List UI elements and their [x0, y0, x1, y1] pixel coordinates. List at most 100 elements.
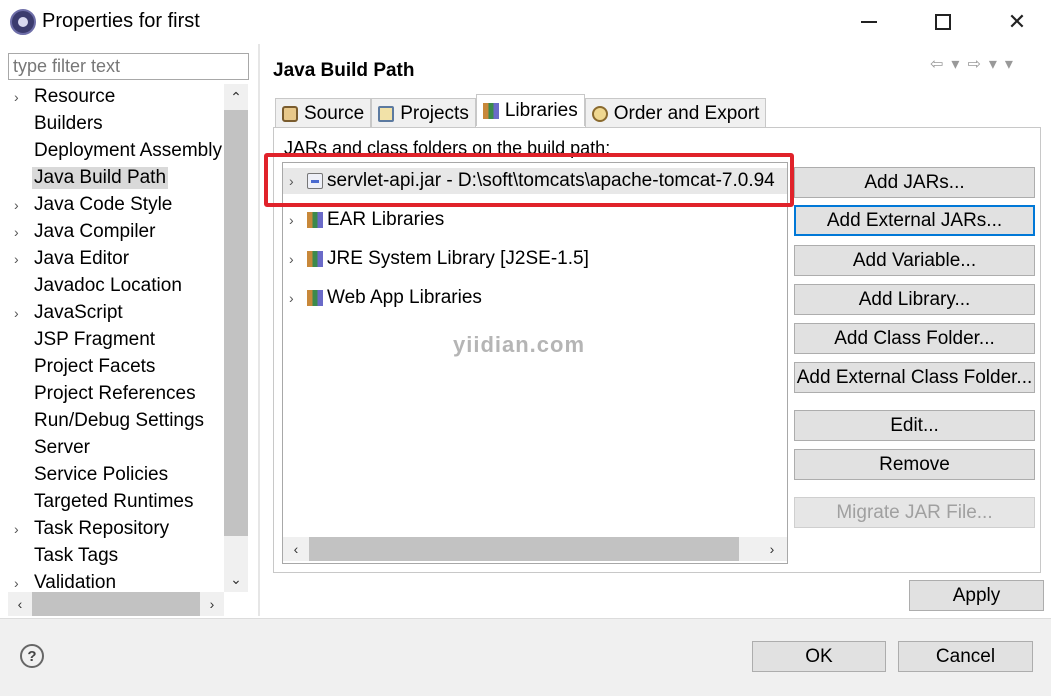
- eclipse-app-icon: [10, 9, 36, 35]
- scroll-left-icon[interactable]: ‹: [8, 592, 32, 616]
- expand-arrow-icon[interactable]: ›: [14, 575, 26, 591]
- tree-item-label: Server: [34, 437, 90, 458]
- tree-item-label: Javadoc Location: [34, 275, 182, 296]
- forward-menu-icon[interactable]: ▾: [989, 54, 997, 74]
- tab-source[interactable]: Source: [275, 98, 372, 128]
- tab-libraries[interactable]: Libraries: [475, 94, 585, 126]
- view-menu-icon[interactable]: ▾: [1005, 54, 1013, 74]
- expand-arrow-icon[interactable]: ›: [14, 251, 26, 267]
- tab-label: Libraries: [504, 99, 578, 121]
- tree-item-label: Service Policies: [34, 464, 169, 485]
- add-class-folder-button[interactable]: Add Class Folder...: [794, 323, 1035, 354]
- expand-arrow-icon[interactable]: ›: [14, 521, 26, 537]
- source-folder-icon: [282, 105, 298, 122]
- projects-icon: [378, 105, 395, 122]
- tree-item-label: Java Editor: [34, 248, 130, 269]
- title-bar: Properties for first ✕: [0, 0, 1051, 44]
- expand-arrow-icon[interactable]: ›: [289, 290, 294, 306]
- library-icon: [307, 251, 323, 267]
- page-navigation: ⇦ ▾ ⇨ ▾ ▾: [930, 54, 1013, 74]
- dialog-button-bar: [0, 619, 1051, 696]
- library-icon: [307, 212, 323, 228]
- scroll-down-icon[interactable]: ⌄: [224, 566, 248, 592]
- forward-arrow-icon[interactable]: ⇨: [967, 54, 980, 74]
- back-menu-icon[interactable]: ▾: [951, 54, 959, 74]
- panel-divider[interactable]: [258, 44, 260, 616]
- expand-arrow-icon[interactable]: ›: [289, 173, 294, 189]
- expand-arrow-icon[interactable]: ›: [289, 212, 294, 228]
- tab-label: Order and Export: [613, 102, 760, 124]
- tree-item-label: Resource: [34, 86, 116, 107]
- tree-item-label: JSP Fragment: [34, 329, 156, 350]
- library-label: JRE System Library [J2SE-1.5]: [327, 248, 589, 269]
- tree-item-label: Project References: [34, 383, 196, 404]
- tree-item-label: Java Compiler: [34, 221, 156, 242]
- library-label: Web App Libraries: [327, 287, 482, 308]
- libraries-icon: [482, 102, 499, 119]
- apply-button[interactable]: Apply: [909, 580, 1044, 611]
- add-jars-button[interactable]: Add JARs...: [794, 167, 1035, 198]
- tree-item-label: Deployment Assembly: [34, 140, 222, 161]
- add-variable-button[interactable]: Add Variable...: [794, 245, 1035, 276]
- scroll-up-icon[interactable]: ⌃: [224, 84, 248, 110]
- library-label: servlet-api.jar - D:\soft\tomcats\apache…: [327, 170, 775, 191]
- tree-item-label: Run/Debug Settings: [34, 410, 205, 431]
- expand-arrow-icon[interactable]: ›: [14, 224, 26, 240]
- scroll-right-icon[interactable]: ›: [759, 537, 785, 561]
- library-list-item[interactable]: › Web App Libraries: [283, 285, 787, 311]
- migrate-jar-button: Migrate JAR File...: [794, 497, 1035, 528]
- library-list-item[interactable]: › servlet-api.jar - D:\soft\tomcats\apach…: [283, 168, 787, 194]
- tree-item-label: Java Code Style: [34, 194, 173, 215]
- expand-arrow-icon[interactable]: ›: [14, 89, 26, 105]
- tab-projects[interactable]: Projects: [371, 98, 476, 128]
- scroll-thumb[interactable]: [309, 537, 739, 561]
- tab-label: Source: [304, 102, 365, 124]
- scroll-left-icon[interactable]: ‹: [283, 537, 309, 561]
- build-path-library-list[interactable]: › servlet-api.jar - D:\soft\tomcats\apach…: [282, 162, 788, 564]
- edit-button[interactable]: Edit...: [794, 410, 1035, 441]
- library-list-item[interactable]: › EAR Libraries: [283, 207, 787, 233]
- scroll-thumb[interactable]: [32, 592, 200, 616]
- property-page-tree: › Resource Builders Deployment Assembly Java…: [8, 84, 224, 592]
- expand-arrow-icon[interactable]: ›: [289, 251, 294, 267]
- tree-item-label: Task Repository: [34, 518, 170, 539]
- tree-vertical-scrollbar[interactable]: ⌃ ⌄: [224, 84, 248, 592]
- expand-arrow-icon[interactable]: ›: [14, 197, 26, 213]
- tree-item-label: Validation: [34, 572, 117, 592]
- library-icon: [307, 290, 323, 306]
- minimize-icon[interactable]: [846, 6, 892, 38]
- close-icon[interactable]: ✕: [994, 6, 1040, 38]
- watermark: yiidian.com: [453, 332, 586, 357]
- library-label: EAR Libraries: [327, 209, 445, 230]
- tree-item-label: Task Tags: [34, 545, 119, 566]
- scroll-thumb[interactable]: [224, 110, 248, 536]
- tree-item-label: Java Build Path: [32, 167, 169, 189]
- tab-label: Projects: [400, 102, 469, 124]
- page-title: Java Build Path: [273, 60, 415, 81]
- maximize-icon[interactable]: [920, 6, 966, 38]
- scroll-right-icon[interactable]: ›: [200, 592, 224, 616]
- remove-button[interactable]: Remove: [794, 449, 1035, 480]
- window-title: Properties for first: [42, 10, 200, 32]
- libraries-heading: JARs and class folders on the build path…: [284, 138, 611, 158]
- help-icon[interactable]: ?: [20, 644, 44, 668]
- add-library-button[interactable]: Add Library...: [794, 284, 1035, 315]
- ok-button[interactable]: OK: [752, 641, 886, 672]
- tree-item-label: Builders: [34, 113, 103, 134]
- build-path-tabs: Source Projects Libraries Order and Expo…: [275, 94, 767, 128]
- jar-icon: [307, 173, 323, 189]
- add-external-class-folder-button[interactable]: Add External Class Folder...: [794, 362, 1035, 393]
- order-export-icon: [591, 105, 608, 122]
- library-list-horizontal-scrollbar[interactable]: ‹ ›: [283, 537, 787, 561]
- tree-item-label: Project Facets: [34, 356, 156, 377]
- add-external-jars-button[interactable]: Add External JARs...: [794, 205, 1035, 236]
- filter-input[interactable]: [8, 53, 249, 80]
- cancel-button[interactable]: Cancel: [898, 641, 1033, 672]
- back-arrow-icon[interactable]: ⇦: [930, 54, 943, 74]
- tree-horizontal-scrollbar[interactable]: ‹ ›: [8, 592, 224, 616]
- library-list-item[interactable]: › JRE System Library [J2SE-1.5]: [283, 246, 787, 272]
- tab-order-and-export[interactable]: Order and Export: [584, 98, 767, 128]
- tree-item-label: JavaScript: [34, 302, 123, 323]
- expand-arrow-icon[interactable]: ›: [14, 305, 26, 321]
- tree-item-label: Targeted Runtimes: [34, 491, 194, 512]
